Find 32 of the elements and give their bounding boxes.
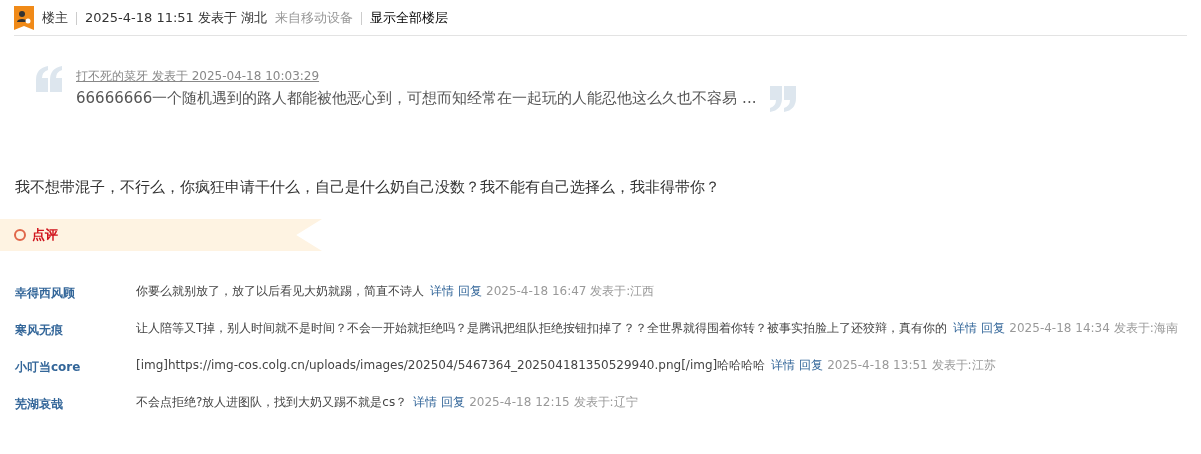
reply-link[interactable]: 回复 [981,321,1006,335]
floor-owner-label: 楼主 [42,9,68,27]
reply-link[interactable]: 回复 [799,358,824,372]
reply-link[interactable]: 回复 [458,284,482,298]
device-label: 来自移动设备 [275,9,354,27]
comment-text: 让人陪等又T掉，别人时间就不是时间？不会一开始就拒绝吗？是腾讯把组队拒绝按钮扣掉了？？全世界就得围着你转？被事实拍脸上了还狡辩，真有你的 [136,321,948,335]
detail-link[interactable]: 详情 [413,395,438,409]
comment-meta: 2025-4-18 13:51 发表于:江苏 [827,358,996,372]
comment-meta: 2025-4-18 16:47 发表于:江西 [486,284,655,298]
comment-user-link[interactable]: 芜湖哀哉 [15,392,136,413]
comment-text: 你要么就别放了，放了以后看见大奶就踢，简直不诗人 [136,284,424,298]
quote-author-link[interactable]: 打不死的菜牙 发表于 2025-04-18 10:03:29 [76,68,757,85]
comment-meta: 2025-4-18 14:34 发表于:海南 [1009,321,1178,335]
detail-link[interactable]: 详情 [430,284,454,298]
comment-text: 不会点拒绝?放人进图队，找到大奶又踢不就是cs？ [136,395,408,409]
comments-title: 点评 [32,226,58,244]
post-body: 我不想带混子，不行么，你疯狂申请干什么，自己是什么奶自己没数？我不能有自己选择么，我非得带你？ [15,178,721,197]
detail-link[interactable]: 详情 [771,358,796,372]
detail-link[interactable]: 详情 [953,321,978,335]
reply-link[interactable]: 回复 [441,395,466,409]
show-all-floors-link[interactable]: 显示全部楼层 [370,9,449,27]
comment-meta: 2025-4-18 12:15 发表于:辽宁 [469,395,638,409]
ring-icon [14,229,26,241]
open-quote-icon [34,66,64,92]
comment-text: [img]https://img-cos.colg.cn/uploads/images/202504/5467364_202504181350529940.png[/img]哈哈哈哈 [136,358,766,372]
close-quote-icon [768,86,799,112]
quote-text: 66666666一个随机遇到的路人都能被他恶心到，可想而知经常在一起玩的人能忍他这么久也不容易 ... [76,89,757,108]
floor-owner-badge-icon [14,6,34,30]
post-time: 2025-4-18 11:51 发表于 湖北 [85,9,268,27]
comment-user-link[interactable]: 幸得西风顾 [15,281,136,302]
comment-user-link[interactable]: 寒风无痕 [15,318,136,339]
comment-user-link[interactable]: 小叮当core [15,355,136,376]
